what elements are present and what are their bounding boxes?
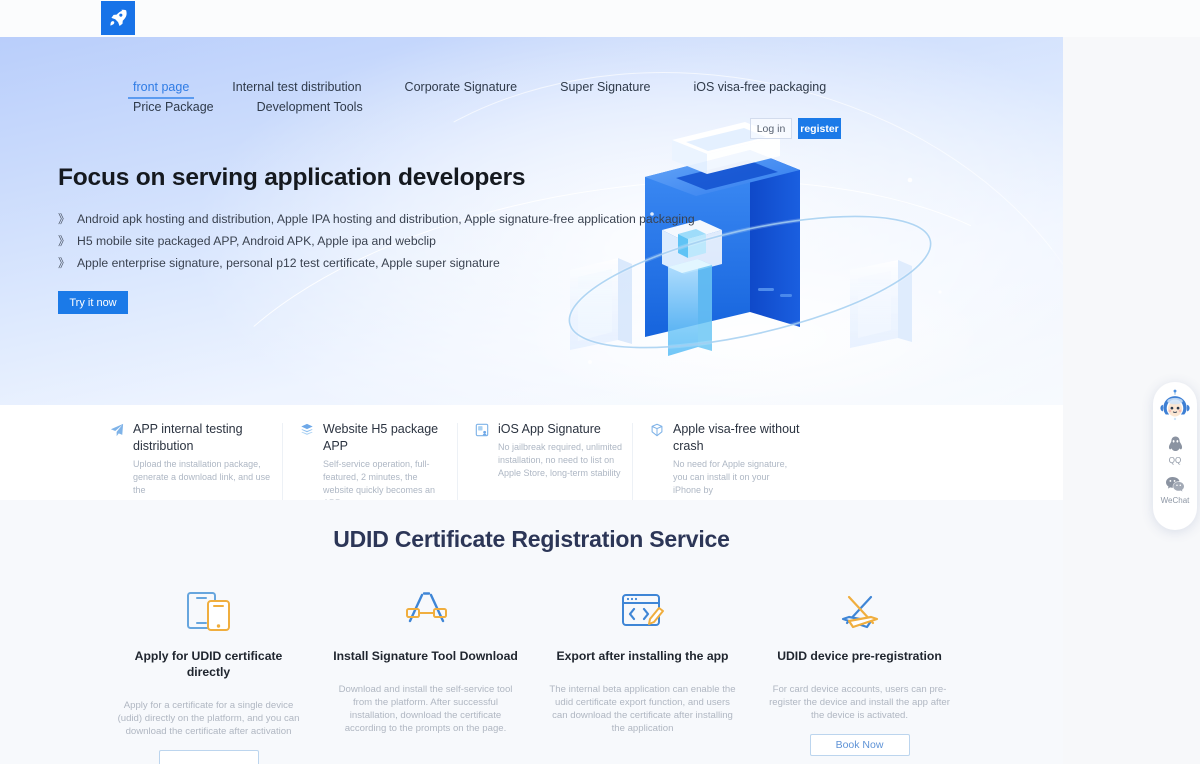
udid-card-title: Install Signature Tool Download bbox=[333, 649, 518, 663]
paper-plane-icon bbox=[110, 421, 124, 437]
udid-card-title: Export after installing the app bbox=[556, 649, 729, 663]
layers-stack-icon bbox=[300, 421, 314, 437]
main-navigation[interactable]: front page Internal test distribution Co… bbox=[127, 79, 953, 119]
nav-item-ios-visa-free-packaging[interactable]: iOS visa-free packaging bbox=[693, 79, 826, 99]
hero-copy: Focus on serving application developers … bbox=[58, 163, 695, 314]
udid-card-desc: Download and install the self-service to… bbox=[338, 684, 513, 734]
pencil-ruler-cross-icon bbox=[763, 586, 956, 636]
udid-card[interactable]: UDID device pre-registration For card de… bbox=[751, 586, 968, 764]
nav-item-development-tools[interactable]: Development Tools bbox=[257, 99, 363, 119]
nav-item-super-signature[interactable]: Super Signature bbox=[560, 79, 650, 99]
wechat-contact-item[interactable]: WeChat bbox=[1160, 473, 1190, 506]
tools-pen-ruler-icon bbox=[329, 586, 522, 636]
hero-bullet-text: H5 mobile site packaged APP, Android APK… bbox=[77, 234, 436, 248]
feature-title: APP internal testing distribution bbox=[133, 422, 243, 453]
wechat-icon bbox=[1164, 473, 1186, 495]
hero-bullet: 》 Apple enterprise signature, personal p… bbox=[58, 253, 648, 273]
book-now-button[interactable]: Book Now bbox=[809, 734, 910, 756]
register-button[interactable]: register bbox=[798, 118, 841, 139]
udid-card-title: Apply for UDID certificate directly bbox=[134, 649, 283, 679]
try-it-now-button[interactable]: Try it now bbox=[58, 291, 128, 314]
astronaut-mascot-icon[interactable] bbox=[1157, 388, 1193, 424]
hero-banner: front page Internal test distribution Co… bbox=[0, 37, 1063, 405]
hero-bullet: 》 H5 mobile site packaged APP, Android A… bbox=[58, 231, 648, 251]
udid-section: UDID Certificate Registration Service Ap… bbox=[0, 500, 1063, 764]
app-signature-icon bbox=[475, 421, 489, 437]
chevron-marker-icon: 》 bbox=[58, 212, 71, 226]
nav-item-corporate-signature[interactable]: Corporate Signature bbox=[405, 79, 518, 99]
udid-card-desc: For card device accounts, users can pre-… bbox=[769, 684, 950, 721]
feature-desc: Upload the installation package, generat… bbox=[133, 459, 271, 495]
feature-title: Website H5 package APP bbox=[323, 422, 439, 453]
feature-card[interactable]: APP internal testing distribution Upload… bbox=[110, 421, 285, 516]
floating-contact-widget: QQ WeChat bbox=[1153, 382, 1197, 530]
qq-label: QQ bbox=[1168, 456, 1182, 465]
nav-item-internal-test-distribution[interactable]: Internal test distribution bbox=[232, 79, 361, 99]
feature-title: iOS App Signature bbox=[498, 422, 601, 436]
login-button[interactable]: Log in bbox=[750, 118, 792, 139]
cube-icon bbox=[650, 421, 664, 437]
feature-title: Apple visa-free without crash bbox=[673, 422, 800, 453]
nav-item-price-package[interactable]: Price Package bbox=[133, 99, 214, 119]
hero-bullet: 》 Android apk hosting and distribution, … bbox=[58, 209, 695, 229]
feature-card[interactable]: Apple visa-free without crash No need fo… bbox=[635, 421, 810, 510]
devices-tablet-phone-icon bbox=[112, 586, 305, 636]
udid-card[interactable]: Apply for UDID certificate directly Appl… bbox=[100, 586, 317, 764]
udid-card-grid: Apply for UDID certificate directly Appl… bbox=[100, 586, 970, 764]
qq-penguin-icon bbox=[1164, 433, 1186, 455]
code-window-pencil-icon bbox=[546, 586, 739, 636]
site-logo[interactable] bbox=[101, 1, 135, 35]
page-root: front page Internal test distribution Co… bbox=[0, 0, 1200, 764]
qq-contact-item[interactable]: QQ bbox=[1164, 433, 1186, 466]
hero-bullet-text: Android apk hosting and distribution, Ap… bbox=[77, 212, 695, 226]
udid-card-button[interactable] bbox=[158, 750, 259, 764]
udid-card[interactable]: Install Signature Tool Download Download… bbox=[317, 586, 534, 764]
udid-card-desc: Apply for a certificate for a single dev… bbox=[117, 700, 300, 737]
hero-title: Focus on serving application developers bbox=[58, 164, 526, 191]
auth-buttons: Log in register bbox=[750, 118, 841, 139]
udid-card[interactable]: Export after installing the app The inte… bbox=[534, 586, 751, 764]
wechat-label: WeChat bbox=[1160, 496, 1190, 505]
feature-strip: APP internal testing distribution Upload… bbox=[0, 405, 1063, 516]
rocket-icon bbox=[107, 7, 129, 29]
udid-card-title: UDID device pre-registration bbox=[777, 649, 942, 663]
nav-item-front-page[interactable]: front page bbox=[127, 79, 195, 99]
udid-card-desc: The internal beta application can enable… bbox=[549, 684, 736, 734]
feature-desc: No jailbreak required, unlimited install… bbox=[498, 442, 623, 478]
feature-card[interactable]: Website H5 package APP Self-service oper… bbox=[285, 421, 460, 516]
hero-bullet-text: Apple enterprise signature, personal p12… bbox=[77, 256, 500, 270]
udid-section-heading: UDID Certificate Registration Service bbox=[333, 526, 730, 552]
top-logo-bar bbox=[0, 0, 1200, 37]
chevron-marker-icon: 》 bbox=[58, 256, 71, 270]
chevron-marker-icon: 》 bbox=[58, 234, 71, 248]
feature-desc: No need for Apple signature, you can ins… bbox=[673, 459, 788, 495]
feature-card[interactable]: iOS App Signature No jailbreak required,… bbox=[460, 421, 635, 516]
